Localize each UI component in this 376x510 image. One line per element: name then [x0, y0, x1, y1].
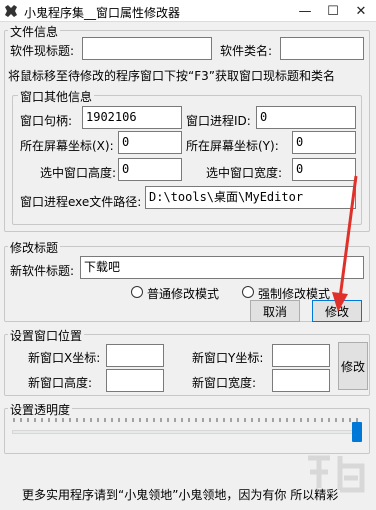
file-info-group-label: 文件信息 [8, 23, 61, 40]
new-x-input[interactable] [106, 344, 164, 367]
window-handle-label: 窗口句柄: [20, 114, 73, 128]
modify-title-button[interactable]: 修改 [312, 300, 362, 322]
transparency-slider-thumb[interactable] [352, 422, 362, 442]
window-position-group-label: 设置窗口位置 [8, 327, 85, 344]
force-mode-radio[interactable] [242, 286, 254, 298]
cancel-button[interactable]: 取消 [250, 300, 300, 322]
app-logo-icon [4, 4, 18, 18]
software-class-input[interactable] [280, 37, 364, 60]
new-width-input[interactable] [272, 369, 330, 392]
new-title-label: 新软件标题: [10, 264, 75, 278]
new-height-label: 新窗口高度: [28, 376, 93, 390]
footer-text: 更多实用程序请到“小鬼领地”小鬼领地，因为有你 所以精彩 [22, 488, 339, 502]
modify-position-button[interactable]: 修改 [338, 342, 368, 390]
normal-mode-label: 普通修改模式 [147, 287, 220, 301]
close-button[interactable]: ✕ [346, 0, 376, 22]
exe-path-label: 窗口进程exe文件路径: [20, 195, 142, 209]
screen-y-label: 所在屏幕坐标(Y): [186, 139, 279, 153]
new-height-input[interactable] [106, 369, 164, 392]
transparency-group-label: 设置透明度 [8, 401, 73, 418]
watermark-logo [308, 455, 365, 493]
new-width-label: 新窗口宽度: [192, 376, 257, 390]
modify-title-group-label: 修改标题 [8, 239, 61, 256]
maximize-button[interactable]: ☐ [318, 0, 348, 22]
new-x-label: 新窗口X坐标: [28, 351, 101, 365]
new-title-input[interactable]: 下载吧 [80, 256, 364, 279]
screen-x-input[interactable]: 0 [118, 131, 182, 154]
minimize-icon: — [298, 3, 312, 19]
window-pid-input[interactable]: 0 [256, 106, 356, 129]
selected-width-label: 选中窗口宽度: [206, 166, 283, 180]
title-bar: 小鬼程序集__窗口属性修改器 — ☐ ✕ [0, 0, 376, 22]
close-icon: ✕ [355, 3, 367, 19]
window-pid-label: 窗口进程ID: [186, 114, 251, 128]
modify-title-button-label: 修改 [324, 304, 349, 319]
normal-mode-radio[interactable] [131, 286, 143, 298]
selected-height-input[interactable]: 0 [118, 158, 182, 181]
exe-path-input[interactable]: D:\tools\桌面\MyEditor [145, 186, 356, 209]
software-title-label: 软件现标题: [10, 44, 75, 58]
maximize-icon: ☐ [327, 3, 339, 19]
software-class-label: 软件类名: [220, 44, 273, 58]
software-title-input[interactable] [82, 37, 212, 60]
new-y-input[interactable] [272, 344, 330, 367]
window-title: 小鬼程序集__窗口属性修改器 [24, 6, 181, 20]
selected-height-label: 选中窗口高度: [40, 166, 117, 180]
transparency-slider-track[interactable] [12, 430, 362, 434]
modify-position-button-label: 修改 [340, 359, 365, 374]
window-handle-input[interactable]: 1902106 [82, 106, 182, 129]
screen-y-input[interactable]: 0 [292, 131, 356, 154]
transparency-ticks [13, 418, 358, 422]
f3-hint-text: 将鼠标移至待修改的程序窗口下按“F3”获取窗口现标题和类名 [8, 69, 335, 83]
window-info-group-label: 窗口其他信息 [18, 88, 95, 105]
screen-x-label: 所在屏幕坐标(X): [20, 139, 114, 153]
minimize-button[interactable]: — [290, 0, 320, 22]
cancel-button-label: 取消 [262, 304, 287, 319]
new-y-label: 新窗口Y坐标: [192, 351, 264, 365]
selected-width-input[interactable]: 0 [292, 158, 356, 181]
